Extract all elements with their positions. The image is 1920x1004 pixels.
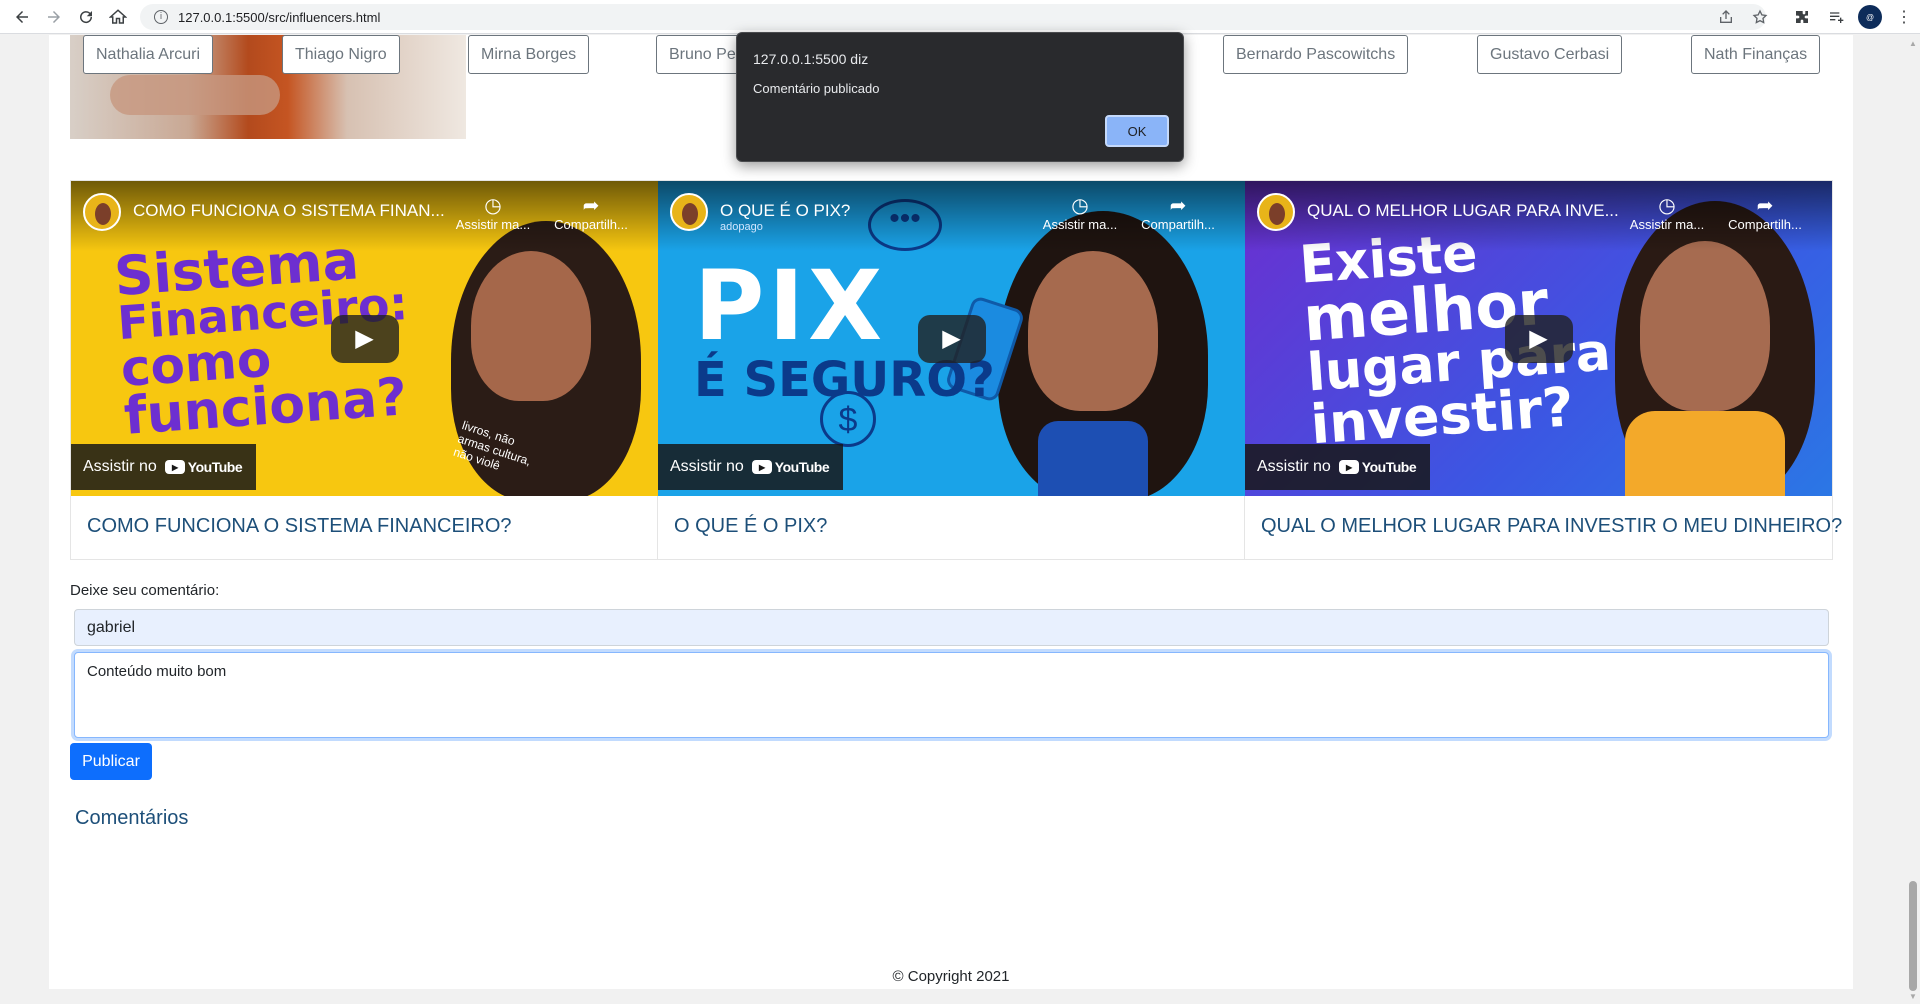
share-arrow-icon: ➦ <box>1756 195 1774 217</box>
watch-on-youtube-button[interactable]: Assistir no ▶ YouTube <box>658 444 844 490</box>
watch-later-label: Assistir ma... <box>1629 217 1705 232</box>
youtube-logo-icon: ▶ YouTube <box>751 459 830 475</box>
thumbnail-top <box>1625 411 1785 496</box>
clock-icon: ◷ <box>484 195 502 217</box>
bookmark-star-icon[interactable] <box>1750 7 1770 27</box>
influencer-button[interactable]: Mirna Borges <box>468 35 590 74</box>
video-card: Existe melhor lugar para investir? QUAL … <box>1245 181 1842 559</box>
clock-icon: ◷ <box>1071 195 1089 217</box>
comment-textarea[interactable]: Conteúdo muito bom <box>74 652 1829 738</box>
url-text: 127.0.0.1:5500/src/influencers.html <box>178 9 381 25</box>
video-overlay-title[interactable]: O QUE É O PIX? <box>720 201 850 221</box>
toolbar-actions <box>1716 7 1770 27</box>
video-caption: QUAL O MELHOR LUGAR PARA INVESTIR O MEU … <box>1261 515 1843 537</box>
thumbnail-dress <box>1038 421 1148 496</box>
watch-on-youtube-button[interactable]: Assistir no ▶ YouTube <box>1245 444 1431 490</box>
watch-later-label: Assistir ma... <box>1042 217 1118 232</box>
video-grid: Sistema Financeiro: como funciona? livro… <box>70 180 1842 560</box>
reload-icon[interactable] <box>74 5 98 29</box>
watch-later-button[interactable]: ◷ Assistir ma... <box>453 193 533 232</box>
clock-icon: ◷ <box>1658 195 1676 217</box>
video-overlay-title[interactable]: COMO FUNCIONA O SISTEMA FINAN... <box>133 201 445 221</box>
dialog-title: 127.0.0.1:5500 diz <box>753 51 869 67</box>
share-button[interactable]: ➦ Compartilh... <box>1725 193 1805 232</box>
influencer-button[interactable]: Nath Finanças <box>1691 35 1821 74</box>
watch-later-button[interactable]: ◷ Assistir ma... <box>1627 193 1707 232</box>
influencer-button[interactable]: Gustavo Cerbasi <box>1477 35 1623 74</box>
thumbnail-text-line: funciona? <box>122 367 409 448</box>
profile-avatar[interactable]: @ <box>1858 5 1882 29</box>
youtube-brand: YouTube <box>1361 459 1417 475</box>
play-icon[interactable]: ▶ <box>1504 314 1573 363</box>
share-page-icon[interactable] <box>1716 7 1736 27</box>
thumbnail-face <box>471 251 591 401</box>
scroll-down-icon[interactable]: ▼ <box>1909 992 1917 1001</box>
share-label: Compartilh... <box>1728 217 1802 232</box>
scrollbar-thumb[interactable] <box>1909 881 1917 991</box>
page-container: Nathalia Arcuri Thiago Nigro Mirna Borge… <box>49 35 1853 989</box>
influencer-button[interactable]: Thiago Nigro <box>282 35 400 74</box>
name-input[interactable]: gabriel <box>74 609 1829 646</box>
video-player[interactable]: Existe melhor lugar para investir? QUAL … <box>1245 181 1832 496</box>
page-viewport: Nathalia Arcuri Thiago Nigro Mirna Borge… <box>0 35 1920 1004</box>
scroll-up-icon[interactable]: ▲ <box>1909 39 1917 48</box>
comment-label: Deixe seu comentário: <box>70 582 220 599</box>
influencer-button[interactable]: Bruno Pe <box>656 35 749 74</box>
thumbnail-face <box>1640 241 1770 411</box>
watch-later-label: Assistir ma... <box>455 217 531 232</box>
browser-toolbar: i 127.0.0.1:5500/src/influencers.html @ … <box>0 0 1920 34</box>
watch-on-label: Assistir no <box>670 458 744 475</box>
back-icon[interactable] <box>10 5 34 29</box>
publish-button[interactable]: Publicar <box>70 743 152 780</box>
toolbar-right: @ ⋮ <box>1792 0 1920 34</box>
thumbnail-face <box>1028 251 1158 411</box>
video-card: Sistema Financeiro: como funciona? livro… <box>71 181 658 559</box>
video-overlay-title[interactable]: QUAL O MELHOR LUGAR PARA INVE... <box>1307 201 1619 221</box>
watch-on-youtube-button[interactable]: Assistir no ▶ YouTube <box>71 444 257 490</box>
thumbnail-text-line: É SEGURO? <box>694 352 995 409</box>
video-caption: COMO FUNCIONA O SISTEMA FINANCEIRO? <box>87 515 512 537</box>
address-bar[interactable]: i 127.0.0.1:5500/src/influencers.html <box>140 4 1766 30</box>
watch-on-label: Assistir no <box>83 458 157 475</box>
forward-icon[interactable] <box>42 5 66 29</box>
channel-avatar[interactable] <box>670 193 708 231</box>
share-label: Compartilh... <box>1141 217 1215 232</box>
play-icon[interactable]: ▶ <box>330 314 399 363</box>
share-arrow-icon: ➦ <box>582 195 600 217</box>
page-scrollbar[interactable]: ▲ ▼ <box>1906 35 1920 1004</box>
influencer-button[interactable]: Nathalia Arcuri <box>83 35 214 74</box>
reading-list-icon[interactable] <box>1826 7 1846 27</box>
site-info-icon[interactable]: i <box>154 10 168 24</box>
extensions-icon[interactable] <box>1792 7 1812 27</box>
video-card: ••• $ PIX É SEGURO? O QUE É O PIX? adopa… <box>658 181 1245 559</box>
watch-later-button[interactable]: ◷ Assistir ma... <box>1040 193 1120 232</box>
share-button[interactable]: ➦ Compartilh... <box>551 193 631 232</box>
youtube-logo-icon: ▶ YouTube <box>164 459 243 475</box>
alert-dialog: 127.0.0.1:5500 diz Comentário publicado … <box>736 32 1184 162</box>
more-menu-icon[interactable]: ⋮ <box>1894 7 1914 27</box>
play-icon[interactable]: ▶ <box>917 314 986 363</box>
dialog-message: Comentário publicado <box>753 81 880 96</box>
home-icon[interactable] <box>106 5 130 29</box>
share-button[interactable]: ➦ Compartilh... <box>1138 193 1218 232</box>
share-label: Compartilh... <box>554 217 628 232</box>
video-caption: O QUE É O PIX? <box>674 515 828 537</box>
youtube-brand: YouTube <box>774 459 830 475</box>
video-player[interactable]: Sistema Financeiro: como funciona? livro… <box>71 181 658 496</box>
comments-heading: Comentários <box>75 807 189 829</box>
channel-avatar[interactable] <box>1257 193 1295 231</box>
youtube-brand: YouTube <box>187 459 243 475</box>
youtube-logo-icon: ▶ YouTube <box>1338 459 1417 475</box>
video-player[interactable]: ••• $ PIX É SEGURO? O QUE É O PIX? adopa… <box>658 181 1245 496</box>
influencer-button[interactable]: Bernardo Pascowitchs <box>1223 35 1409 74</box>
channel-avatar[interactable] <box>83 193 121 231</box>
channel-subtitle: adopago <box>720 221 763 233</box>
share-arrow-icon: ➦ <box>1169 195 1187 217</box>
watch-on-label: Assistir no <box>1257 458 1331 475</box>
ok-button[interactable]: OK <box>1105 115 1169 147</box>
avatar-text: @ <box>1865 12 1875 22</box>
footer-copyright: © Copyright 2021 <box>892 968 1010 985</box>
